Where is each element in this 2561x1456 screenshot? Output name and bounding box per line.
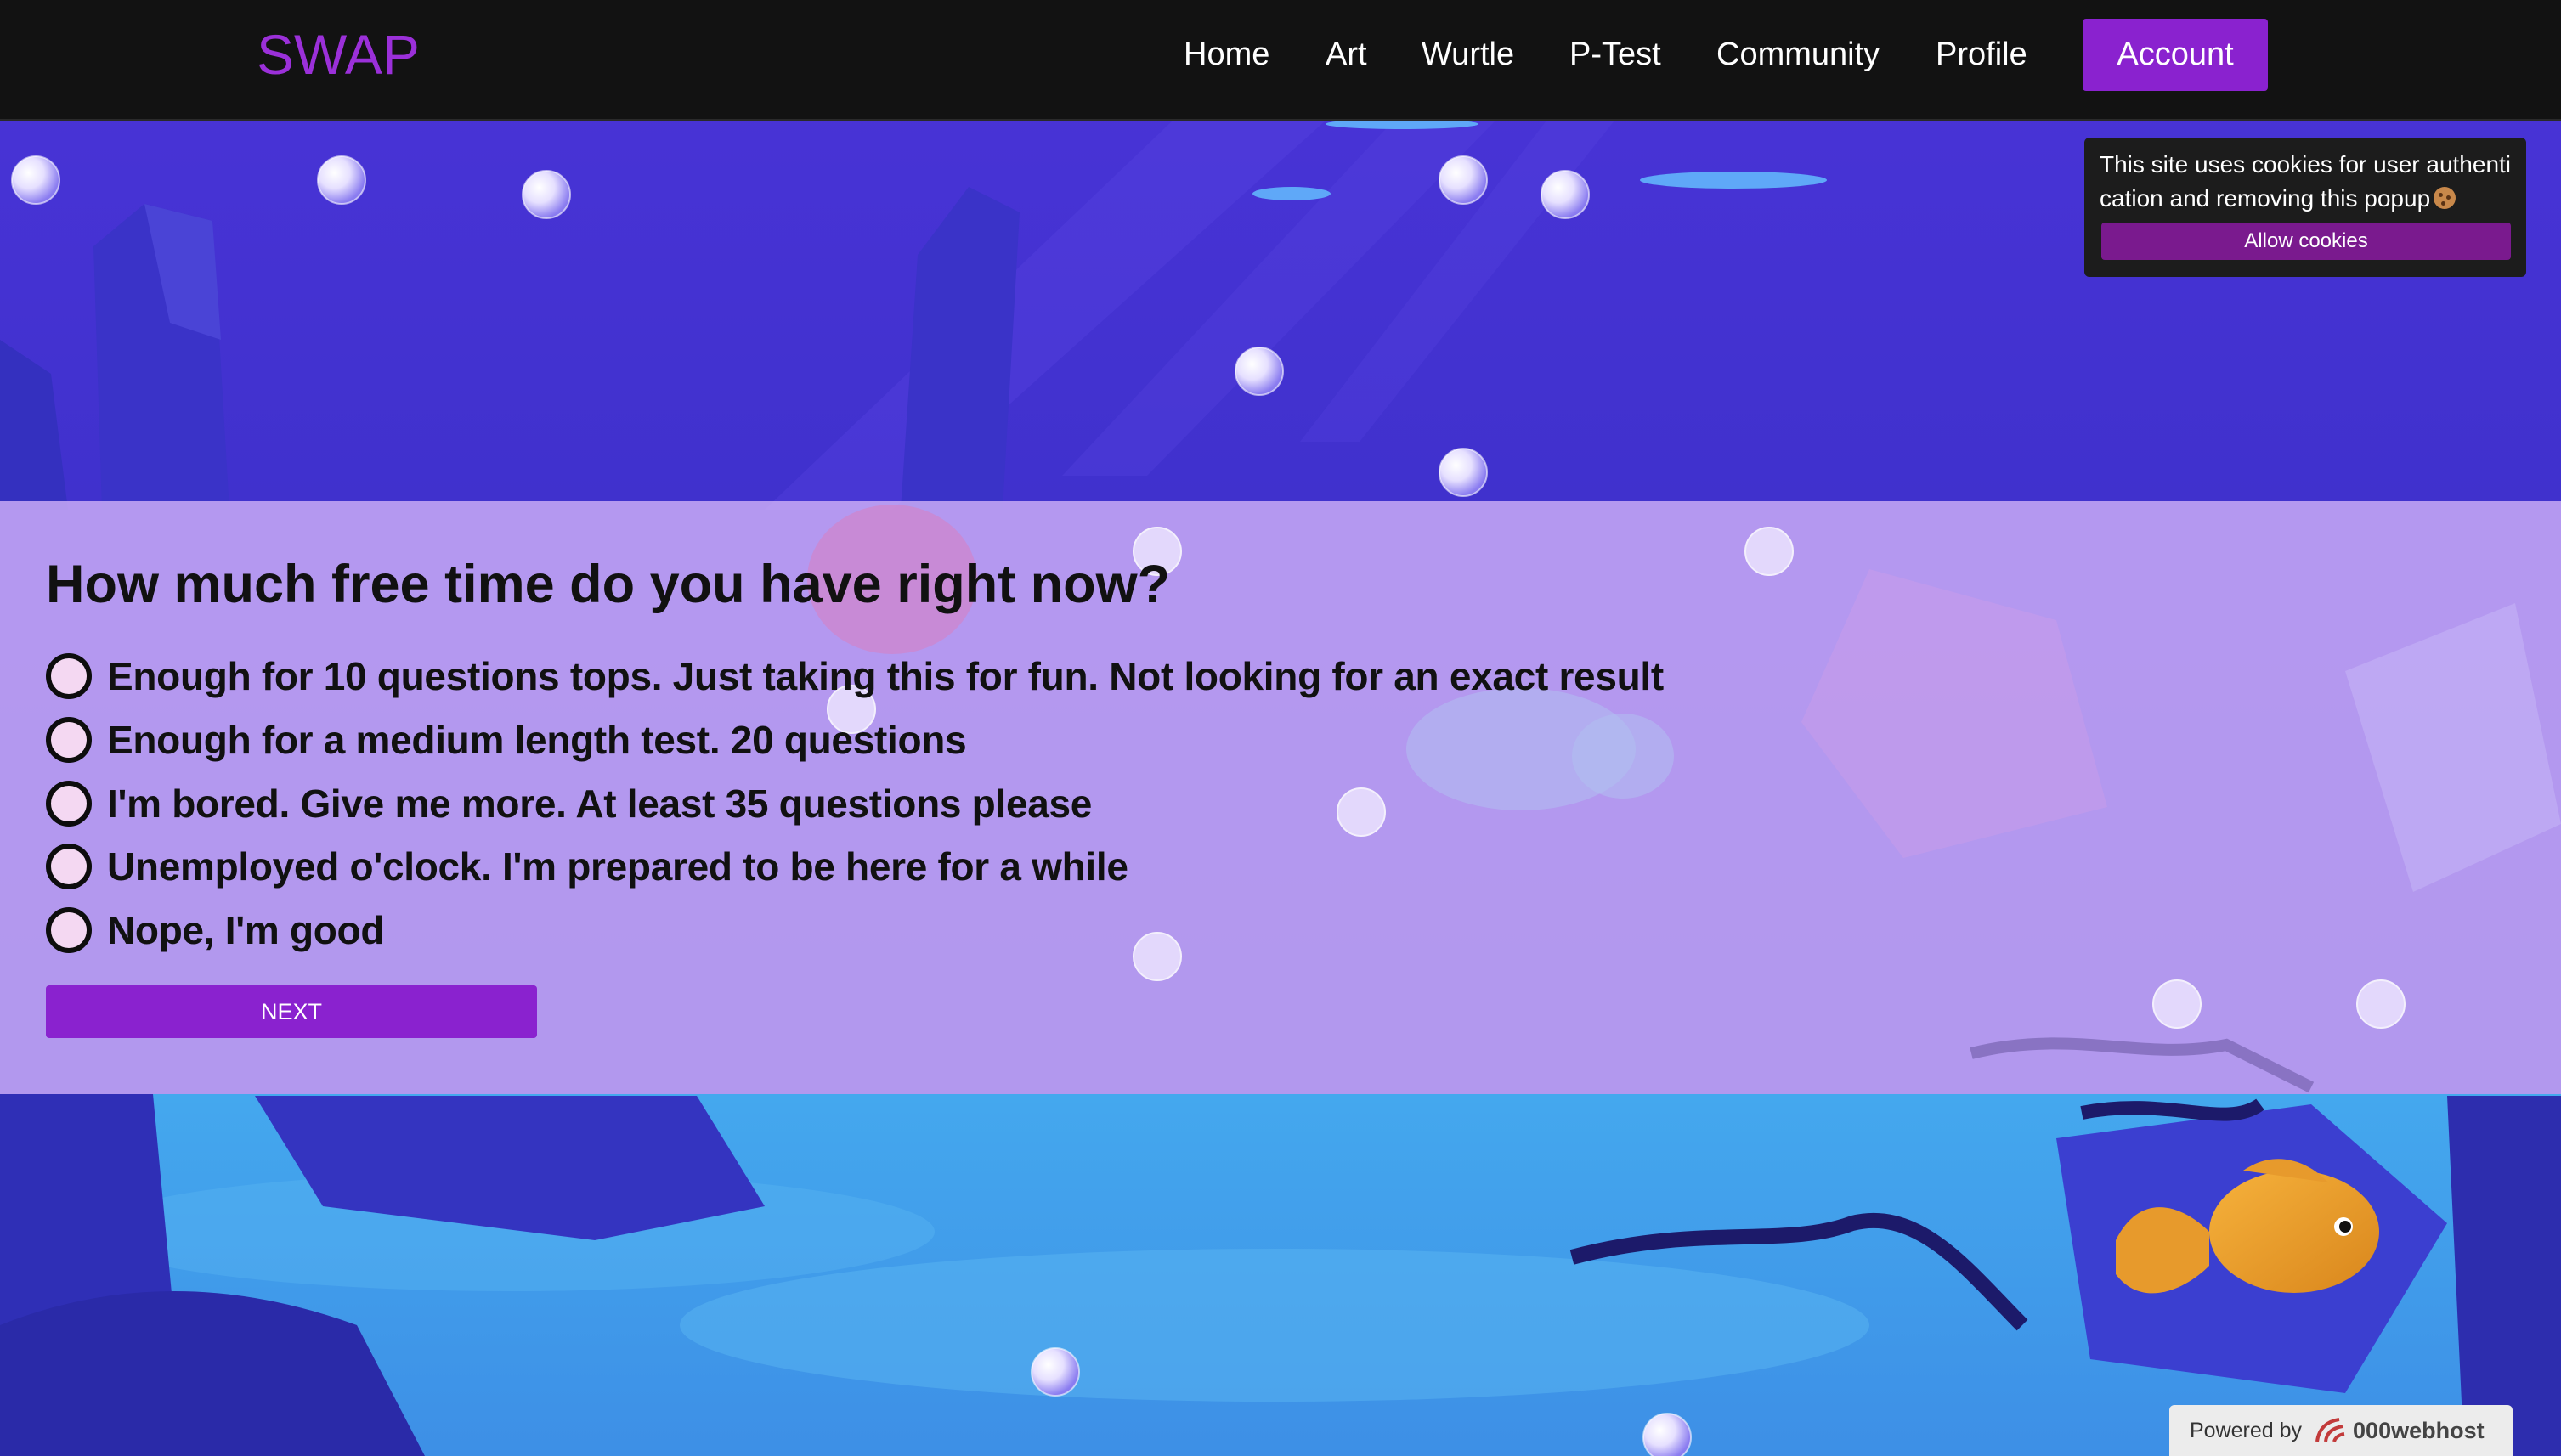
option-10-questions[interactable]: Enough for 10 questions tops. Just takin…	[46, 649, 1664, 703]
radio-button[interactable]	[46, 907, 92, 953]
webhost-logo-icon	[2315, 1418, 2345, 1442]
radio-button[interactable]	[46, 844, 92, 889]
nav-wurtle[interactable]: Wurtle	[1422, 32, 1514, 76]
top-navbar: SWAP Home Art Wurtle P-Test Community Pr…	[0, 0, 2561, 121]
option-unemployed[interactable]: Unemployed o'clock. I'm prepared to be h…	[46, 839, 1128, 894]
nav-art[interactable]: Art	[1326, 32, 1367, 76]
option-label[interactable]: Unemployed o'clock. I'm prepared to be h…	[107, 844, 1128, 889]
radio-button[interactable]	[46, 653, 92, 699]
option-35-questions[interactable]: I'm bored. Give me more. At least 35 que…	[46, 776, 1092, 831]
question-title: How much free time do you have right now…	[46, 555, 1171, 614]
radio-button[interactable]	[46, 717, 92, 763]
nav-p-test[interactable]: P-Test	[1569, 32, 1661, 76]
cookie-text-wrap: This site uses cookies for user authenti…	[2100, 148, 2513, 216]
nav-community[interactable]: Community	[1716, 32, 1880, 76]
allow-cookies-button[interactable]: Allow cookies	[2101, 223, 2511, 260]
option-label[interactable]: I'm bored. Give me more. At least 35 que…	[107, 781, 1092, 827]
account-button[interactable]: Account	[2083, 19, 2268, 91]
webhost-name: 000webhost	[2353, 1417, 2485, 1443]
cookie-popup: This site uses cookies for user authenti…	[2084, 138, 2526, 277]
question-panel: How much free time do you have right now…	[0, 501, 2561, 1094]
brand-logo[interactable]: SWAP	[257, 22, 420, 87]
nav-profile[interactable]: Profile	[1936, 32, 2027, 76]
cookie-icon	[2434, 187, 2456, 209]
option-label[interactable]: Enough for a medium length test. 20 ques…	[107, 717, 967, 763]
option-20-questions[interactable]: Enough for a medium length test. 20 ques…	[46, 713, 967, 767]
radio-button[interactable]	[46, 781, 92, 827]
nav-home[interactable]: Home	[1184, 32, 1269, 76]
powered-by-badge[interactable]: Powered by 000webhost	[2169, 1405, 2513, 1456]
option-label[interactable]: Enough for 10 questions tops. Just takin…	[107, 653, 1664, 699]
option-label[interactable]: Nope, I'm good	[107, 907, 384, 953]
next-button[interactable]: NEXT	[46, 985, 537, 1038]
powered-by-label: Powered by	[2190, 1418, 2303, 1442]
option-nope[interactable]: Nope, I'm good	[46, 903, 384, 957]
